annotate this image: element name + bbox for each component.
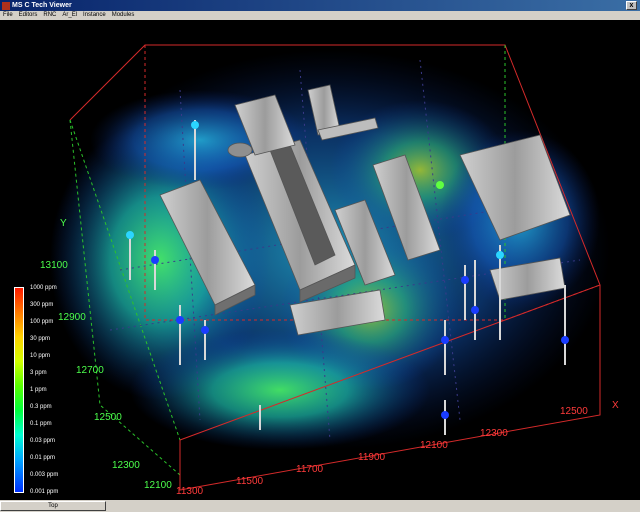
legend-label: 0.1 ppm — [30, 421, 52, 427]
y-tick-label: 13100 — [40, 260, 68, 271]
x-tick-label: 11900 — [358, 452, 386, 463]
y-tick-label: 12100 — [144, 480, 172, 491]
legend-label: 100 ppm — [30, 319, 54, 325]
legend-label: 0.3 ppm — [30, 404, 52, 410]
y-tick-label: 12300 — [112, 460, 140, 471]
app-logo-icon — [2, 1, 10, 10]
menu-bar: File Editors RNC Ar_El Instance Modules — [0, 11, 640, 20]
legend-label: 0.003 ppm — [30, 472, 59, 478]
menu-modules[interactable]: Modules — [109, 11, 138, 20]
menu-ar-el[interactable]: Ar_El — [59, 11, 80, 20]
status-bar: Top — [0, 500, 640, 512]
legend-colorbar — [14, 287, 24, 493]
x-tick-label: 12500 — [560, 406, 588, 417]
menu-instance[interactable]: Instance — [80, 11, 109, 20]
legend-label: 3 ppm — [30, 370, 47, 376]
legend-label: 0.03 ppm — [30, 438, 56, 444]
y-tick-label: 12700 — [76, 365, 104, 376]
close-button[interactable]: x — [626, 1, 637, 10]
x-tick-label: 11700 — [296, 464, 324, 475]
brand-text: MS — [12, 2, 23, 9]
menu-editors[interactable]: Editors — [16, 11, 41, 20]
x-tick-label: 12100 — [420, 440, 448, 451]
top-view-button[interactable]: Top — [0, 501, 106, 511]
color-legend: 1000 ppm 300 ppm 100 ppm 30 ppm 10 ppm 3… — [14, 285, 66, 495]
scene-svg — [50, 44, 610, 491]
y-axis-label: Y — [60, 218, 67, 229]
legend-label: 0.01 ppm — [30, 455, 56, 461]
title-bar: MS C Tech Viewer x — [0, 0, 640, 11]
x-tick-label: 11500 — [236, 476, 264, 487]
x-tick-label: 11300 — [176, 486, 204, 497]
legend-label: 300 ppm — [30, 302, 54, 308]
menu-rnc[interactable]: RNC — [40, 11, 59, 20]
app-brand: MS C Tech Viewer — [2, 0, 72, 11]
legend-label: 10 ppm — [30, 353, 51, 359]
legend-label: 1 ppm — [30, 387, 47, 393]
x-axis-label: X — [612, 400, 619, 411]
menu-file[interactable]: File — [0, 11, 16, 20]
legend-label: 1000 ppm — [30, 285, 57, 291]
window-title: C Tech Viewer — [24, 2, 72, 9]
y-tick-label: 12500 — [94, 412, 122, 423]
x-tick-label: 12300 — [480, 428, 508, 439]
legend-label: 0.001 ppm — [30, 489, 59, 495]
3d-viewport[interactable]: Y 13100 12900 12700 12500 12300 12100 11… — [0, 20, 640, 500]
legend-label: 30 ppm — [30, 336, 51, 342]
